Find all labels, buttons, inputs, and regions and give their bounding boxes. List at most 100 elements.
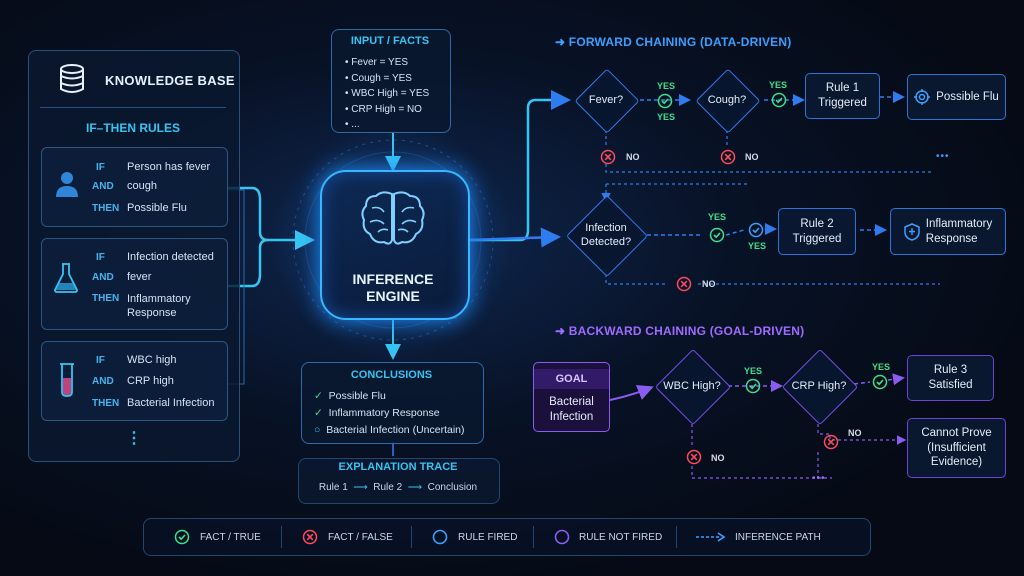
conclusion-item: ○ Bacterial Infection (Uncertain) <box>314 424 465 436</box>
yes-tag: YES <box>708 212 727 222</box>
rule1-if: IF <box>96 162 105 173</box>
check-circle-icon <box>771 92 787 108</box>
divider <box>533 526 534 548</box>
check-circle-icon <box>709 227 725 243</box>
rule2-triggered-box[interactable]: Rule 2 Triggered <box>778 208 856 255</box>
yes-tag: YES <box>657 81 676 91</box>
possible-flu-box[interactable]: Possible Flu <box>907 74 1006 120</box>
conclusion-item: ✓ Inflammatory Response <box>314 407 440 419</box>
divider <box>281 526 282 548</box>
rule1-cond2: cough <box>127 180 157 192</box>
facts-list: • Fever = YES • Cough = YES • WBC High =… <box>345 55 429 133</box>
infection-label-line1: Infection <box>585 222 627 234</box>
arrow-right-icon: ➜ <box>555 324 569 338</box>
no-tag: NO <box>711 453 725 463</box>
shield-icon <box>904 222 920 241</box>
goal-box[interactable]: GOAL Bacterial Infection <box>533 362 610 432</box>
flask-icon <box>54 263 78 293</box>
fact-item: • WBC High = YES <box>345 88 430 99</box>
conclusions-list: ✓ Possible Flu ✓ Inflammatory Response ○… <box>314 388 465 439</box>
no-tag: NO <box>626 152 640 162</box>
ellipsis: ••• <box>812 473 826 484</box>
crp-label: CRP High? <box>791 380 847 392</box>
trace-step: Conclusion <box>427 482 478 493</box>
infection-label-line2: Detected? <box>580 235 632 248</box>
yes-tag: YES <box>744 366 763 376</box>
explanation-steps: Rule 1 ⟶ Rule 2 ⟶ Conclusion <box>298 482 498 493</box>
database-icon <box>60 64 84 93</box>
legend-rule-fired: RULE FIRED <box>458 532 518 543</box>
forward-chaining-title: ➜ FORWARD CHAINING (DATA-DRIVEN) <box>555 35 792 49</box>
dashed-arrow-icon <box>696 532 726 542</box>
legend-rule-not-fired: RULE NOT FIRED <box>579 532 663 543</box>
rule3-result: Bacterial Infection <box>127 397 215 409</box>
divider <box>411 526 412 548</box>
x-circle-icon <box>600 149 616 165</box>
conclusions-title: CONCLUSIONS <box>350 369 433 381</box>
check-circle-icon <box>872 374 888 390</box>
check-circle-icon <box>657 93 673 109</box>
inflammatory-response-box[interactable]: Inflammatory Response <box>890 208 1006 255</box>
rule2-status: Triggered <box>792 232 842 245</box>
test-tube-icon <box>60 363 74 397</box>
rule3-label: Rule 3 <box>933 364 968 377</box>
rule3-and: AND <box>92 376 114 387</box>
wbc-label: WBC High? <box>663 380 721 392</box>
x-circle-icon <box>686 449 702 465</box>
arrow-right-icon: ➜ <box>555 35 569 49</box>
rule3-cond1: WBC high <box>127 354 177 366</box>
yes-tag: YES <box>769 80 788 90</box>
inflammatory-label-line1: Inflammatory <box>925 217 993 230</box>
cannot-prove-box[interactable]: Cannot Prove (Insufficient Evidence) <box>907 418 1006 478</box>
knowledge-base-title: KNOWLEDGE BASE <box>105 73 235 88</box>
goal-label: GOAL <box>534 368 609 390</box>
fact-item: • Fever = YES <box>345 57 409 68</box>
explanation-title: EXPLANATION TRACE <box>338 461 458 473</box>
fact-item: • Cough = YES <box>345 72 412 84</box>
legend-fact-true: FACT / TRUE <box>200 532 261 543</box>
rule2-then: THEN <box>92 293 120 304</box>
rule2-cond2: fever <box>127 271 152 283</box>
fact-item: • ... <box>345 119 360 130</box>
yes-tag: YES <box>657 112 676 122</box>
ellipsis: ••• <box>936 151 950 162</box>
brain-icon <box>361 191 425 245</box>
goal-text-line2: Infection <box>549 411 594 424</box>
engine-label: INFERENCE ENGINE <box>320 271 466 305</box>
backward-chaining-title: ➜ BACKWARD CHAINING (GOAL-DRIVEN) <box>555 324 805 338</box>
rule1-label: Rule 1 <box>825 82 860 95</box>
check-circle-icon <box>174 529 190 545</box>
rule1-and: AND <box>92 181 114 192</box>
no-tag: NO <box>702 279 716 289</box>
rule2-result: Inflammatory Response <box>127 293 191 320</box>
yes-tag: YES <box>872 362 891 372</box>
divider <box>676 526 677 548</box>
target-icon <box>914 89 931 105</box>
rule1-then: THEN <box>92 203 120 214</box>
rule3-cond2: CRP high <box>127 375 174 387</box>
possible-flu-label: Possible Flu <box>936 90 999 103</box>
rule3-then: THEN <box>92 398 120 409</box>
arrow-right-icon: ⟶ <box>404 482 425 493</box>
circle-icon: ○ <box>314 424 321 436</box>
rule2-and: AND <box>92 272 114 283</box>
cannot-prove-line3: Evidence) <box>930 456 983 469</box>
check-circle-icon <box>745 378 761 394</box>
rule3-if: IF <box>96 355 105 366</box>
fact-item: • CRP High = NO <box>345 103 422 115</box>
check-circle-icon <box>748 222 764 238</box>
rule1-triggered-box[interactable]: Rule 1 Triggered <box>805 73 880 119</box>
yes-tag: YES <box>748 241 767 251</box>
goal-text-line1: Bacterial <box>549 396 594 409</box>
trace-step: Rule 2 <box>373 482 403 493</box>
circle-icon <box>554 529 570 545</box>
rule3-satisfied-box[interactable]: Rule 3 Satisfied <box>907 355 994 401</box>
rule1-status: Triggered <box>818 97 867 109</box>
rule3-status: Satisfied <box>928 379 973 391</box>
input-facts-title: INPUT / FACTS <box>350 35 430 47</box>
engine-label-line1: INFERENCE <box>352 271 434 287</box>
x-circle-icon <box>720 149 736 165</box>
divider <box>40 107 226 108</box>
rule2-label: Rule 2 <box>800 217 834 230</box>
circle-icon <box>432 529 448 545</box>
